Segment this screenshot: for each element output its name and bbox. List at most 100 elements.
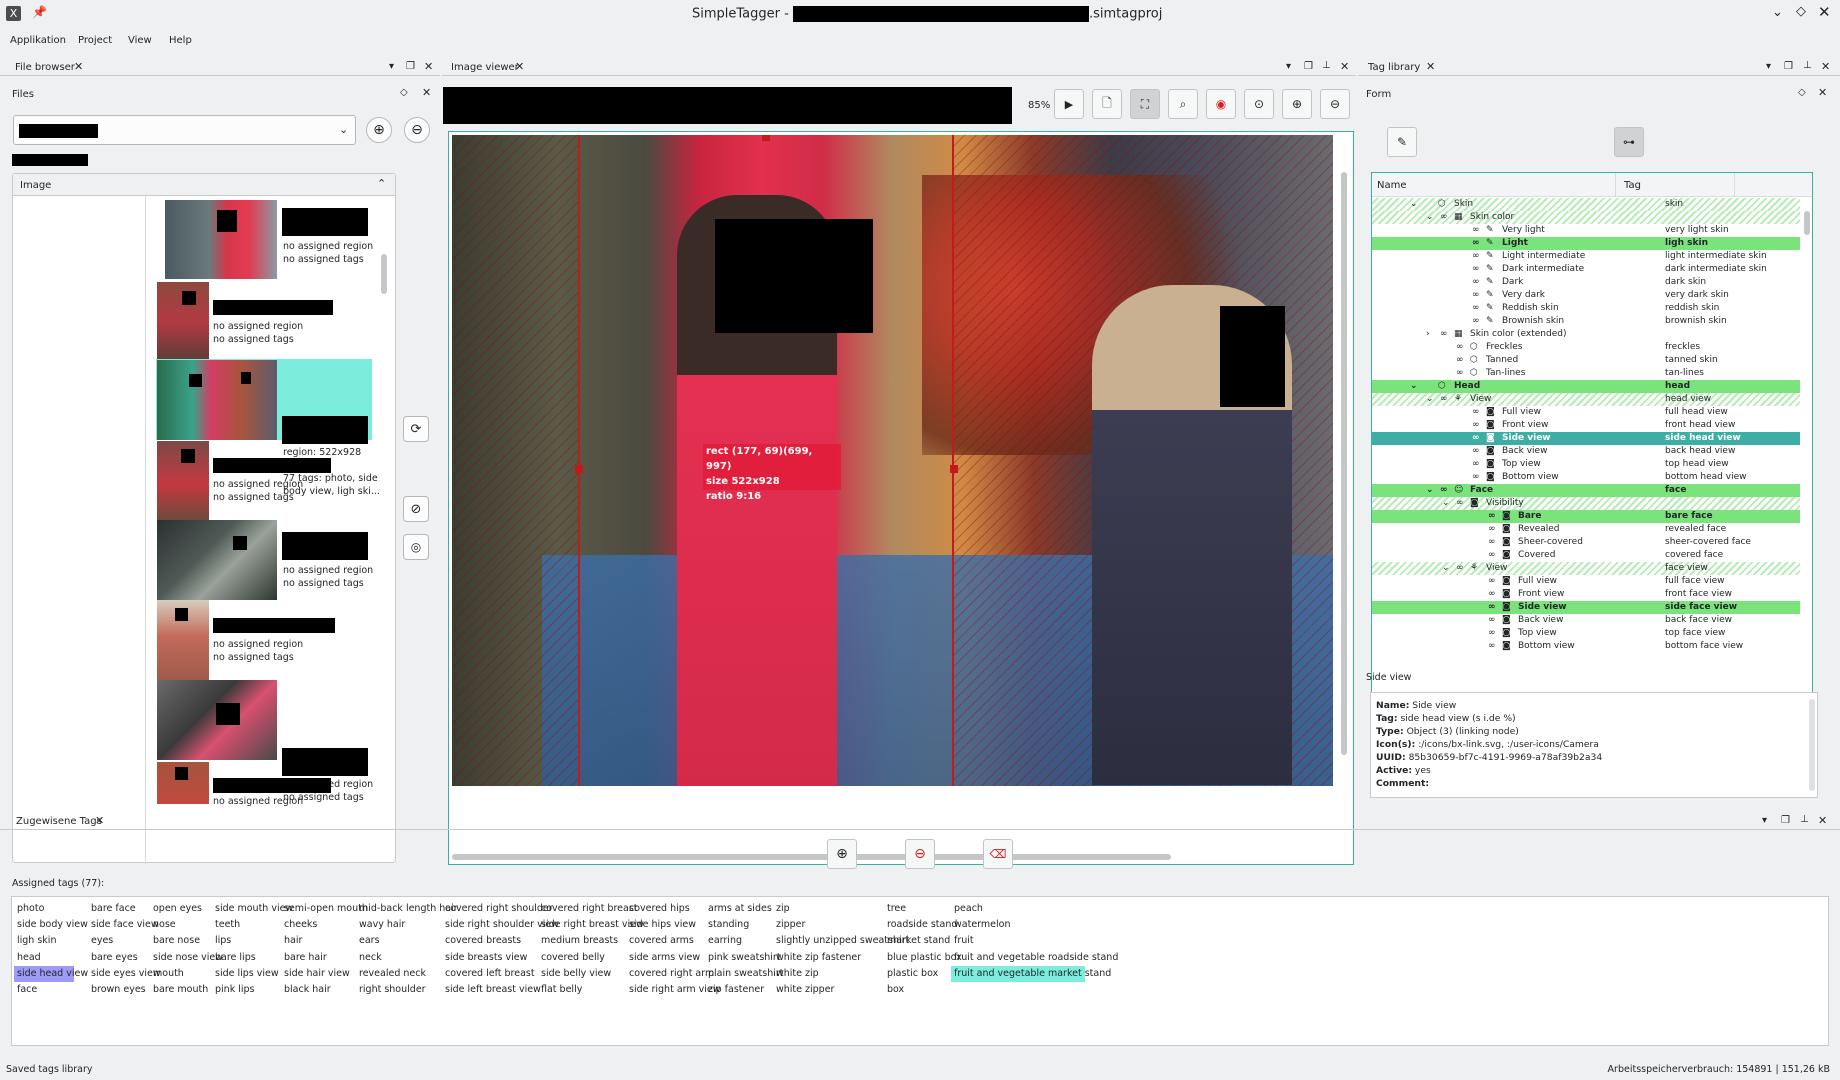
tab-close-icon[interactable]: ✕	[74, 60, 83, 73]
dock-close-icon[interactable]: ✕	[424, 60, 433, 73]
dock-float-icon[interactable]: ❐	[1304, 61, 1313, 72]
add-tag-button[interactable]: ⊕	[827, 839, 857, 869]
tag-tree-row[interactable]: ∞ ◙ Back view back head view	[1372, 445, 1800, 458]
remove-folder-button[interactable]: ⊖	[404, 117, 430, 143]
assigned-tag[interactable]: covered right arm	[626, 966, 717, 982]
block-button[interactable]: ⊘	[403, 496, 429, 522]
assigned-tag[interactable]: bare lips	[212, 950, 259, 966]
tab-close-icon[interactable]: ✕	[1426, 60, 1435, 73]
dock-pin-icon[interactable]: ⊥	[1800, 814, 1809, 825]
assigned-tag[interactable]: box	[884, 982, 907, 998]
tag-tree-row[interactable]: ∞ ◙ Revealed revealed face	[1372, 523, 1800, 536]
thumbnail[interactable]	[165, 200, 277, 279]
assigned-tag[interactable]: pink lips	[212, 982, 257, 998]
tag-tree-row[interactable]: ∞ ⬡ Freckles freckles	[1372, 341, 1800, 354]
zoom-out-button[interactable]: ⊖	[1320, 89, 1350, 119]
edit-button[interactable]: ✎	[1387, 127, 1417, 157]
assigned-tag[interactable]: teeth	[212, 917, 243, 933]
tag-tree-row[interactable]: ∞ ◙ Side view side face view	[1372, 601, 1800, 614]
chevron-down-icon[interactable]: ⌄	[1410, 380, 1418, 393]
assigned-tag[interactable]: hair	[281, 933, 305, 949]
dock-collapse-icon[interactable]: ▾	[389, 61, 394, 72]
dock-float-icon[interactable]: ❐	[1781, 815, 1790, 826]
tag-tree-row[interactable]: ∞ ✎ Light intermediate light intermediate s…	[1372, 250, 1800, 263]
assigned-tag[interactable]: head	[14, 950, 44, 966]
zoom-fit-button[interactable]: ⊙	[1244, 89, 1274, 119]
tag-tree-row[interactable]: ∞ ✎ Brownish skin brownish skin	[1372, 315, 1800, 328]
assigned-tag[interactable]: covered belly	[538, 950, 608, 966]
dock-pin-icon[interactable]: ⊥	[1322, 60, 1331, 71]
chevron-down-icon[interactable]: ⌄	[1426, 484, 1434, 497]
assigned-tag[interactable]: side hair view	[281, 966, 353, 982]
assigned-tag[interactable]: zip	[773, 901, 793, 917]
tab-assigned-tags[interactable]: Zugewisene Tags	[16, 816, 102, 827]
tag-tree-row[interactable]: ∞ ◙ Front view front face view	[1372, 588, 1800, 601]
tag-tree-row[interactable]: › ∞ ▦ Skin color (extended)	[1372, 328, 1800, 341]
assigned-tag[interactable]: fruit	[951, 933, 977, 949]
pin-icon[interactable]: 📌	[32, 5, 47, 19]
tag-tree-row[interactable]: ∞ ⬡ Tanned tanned skin	[1372, 354, 1800, 367]
viewer-vscroll[interactable]	[1341, 172, 1347, 755]
remove-tag-button[interactable]: ⊖	[905, 839, 935, 869]
tag-tree-row[interactable]: ⌄ ⬡ Head head	[1372, 380, 1800, 393]
assigned-tag[interactable]: photo	[14, 901, 47, 917]
assigned-tag[interactable]: side left breast view	[442, 982, 544, 998]
thumbnail[interactable]	[157, 680, 277, 760]
dock-close-icon[interactable]: ✕	[1818, 814, 1827, 827]
hide-button[interactable]: ◎	[403, 534, 429, 560]
tag-tree-row[interactable]: ∞ ◙ Back view back face view	[1372, 614, 1800, 627]
tag-tree-row[interactable]: ∞ ✎ Dark intermediate dark intermediate ski…	[1372, 263, 1800, 276]
menu-applikation[interactable]: Applikation	[10, 35, 66, 46]
assigned-tag[interactable]: revealed neck	[356, 966, 429, 982]
assigned-tag[interactable]: bare face	[88, 901, 139, 917]
assigned-tag[interactable]: side arms view	[626, 950, 703, 966]
assigned-tag[interactable]: eyes	[88, 933, 116, 949]
image-canvas[interactable]: rect (177, 69)(699, 997) size 522x928 ra…	[448, 131, 1354, 865]
tag-tree-row[interactable]: ∞ ✎ Very light very light skin	[1372, 224, 1800, 237]
tag-tree[interactable]: Name Tag ⌄ ⬡ Skin skin ⌄ ∞ ▦ Skin color ∞ ✎ Very l…	[1371, 172, 1813, 715]
dock-collapse-icon[interactable]: ▾	[1766, 61, 1771, 72]
tag-tree-row[interactable]: ∞ ◙ Front view front head view	[1372, 419, 1800, 432]
assigned-tag[interactable]: side body view	[14, 917, 91, 933]
assigned-tag[interactable]: lips	[212, 933, 234, 949]
assigned-tag[interactable]: watermelon	[951, 917, 1013, 933]
files-close-icon[interactable]: ✕	[422, 86, 431, 99]
tag-tree-row[interactable]: ∞ ◙ Bottom view bottom face view	[1372, 640, 1800, 653]
assigned-tag[interactable]: bare mouth	[150, 982, 211, 998]
dock-close-icon[interactable]: ✕	[1340, 60, 1349, 73]
assigned-tag[interactable]: pink sweatshirt	[705, 950, 784, 966]
assigned-tag[interactable]: roadside stand	[884, 917, 960, 933]
tag-tree-row[interactable]: ∞ ◙ Full view full face view	[1372, 575, 1800, 588]
assigned-tag[interactable]: mouth	[150, 966, 187, 982]
tag-tree-row[interactable]: ⌄ ∞ ◙ Visibility	[1372, 497, 1800, 510]
play-button[interactable]: ▶	[1054, 89, 1084, 119]
fit-button[interactable]: ⛶	[1130, 89, 1160, 119]
assigned-tag[interactable]: ligh skin	[14, 933, 59, 949]
add-folder-button[interactable]: ⊕	[366, 117, 392, 143]
toggle-button[interactable]: ⊶	[1614, 127, 1644, 157]
assigned-tag[interactable]: arms at sides	[705, 901, 775, 917]
assigned-tag[interactable]: peach	[951, 901, 986, 917]
dock-pin-icon[interactable]: ⊥	[1803, 60, 1812, 71]
tag-tree-row[interactable]: ∞ ◙ Full view full head view	[1372, 406, 1800, 419]
menu-project[interactable]: Project	[78, 35, 112, 46]
tag-tree-row[interactable]: ⌄ ∞ ⚘ View face view	[1372, 562, 1800, 575]
tag-tree-row[interactable]: ⌄ ⬡ Skin skin	[1372, 198, 1800, 211]
assigned-tag[interactable]: bare eyes	[88, 950, 141, 966]
tag-tree-row[interactable]: ∞ ◙ Sheer-covered sheer-covered face	[1372, 536, 1800, 549]
assigned-tag[interactable]: covered left breast	[442, 966, 538, 982]
assigned-tag[interactable]: bare hair	[281, 950, 330, 966]
assigned-tag[interactable]: right shoulder	[356, 982, 429, 998]
tree-scrollbar[interactable]	[1804, 211, 1810, 235]
zoom-button[interactable]: ⌕	[1168, 89, 1198, 119]
dock-collapse-icon[interactable]: ▾	[1286, 61, 1291, 72]
files-float-icon[interactable]: ◇	[400, 87, 408, 98]
dock-float-icon[interactable]: ❐	[1784, 61, 1793, 72]
tab-close-icon[interactable]: ✕	[515, 60, 524, 73]
tag-tree-row[interactable]: ∞ ◙ Covered covered face	[1372, 549, 1800, 562]
thumbnail[interactable]	[157, 360, 277, 440]
tab-image-viewer[interactable]: Image viewer	[451, 62, 519, 73]
chevron-down-icon[interactable]: ⌄	[1410, 198, 1418, 211]
tag-tree-row[interactable]: ∞ ◙ Side view side head view	[1372, 432, 1800, 445]
clear-tags-button[interactable]: ⌫	[983, 839, 1013, 869]
